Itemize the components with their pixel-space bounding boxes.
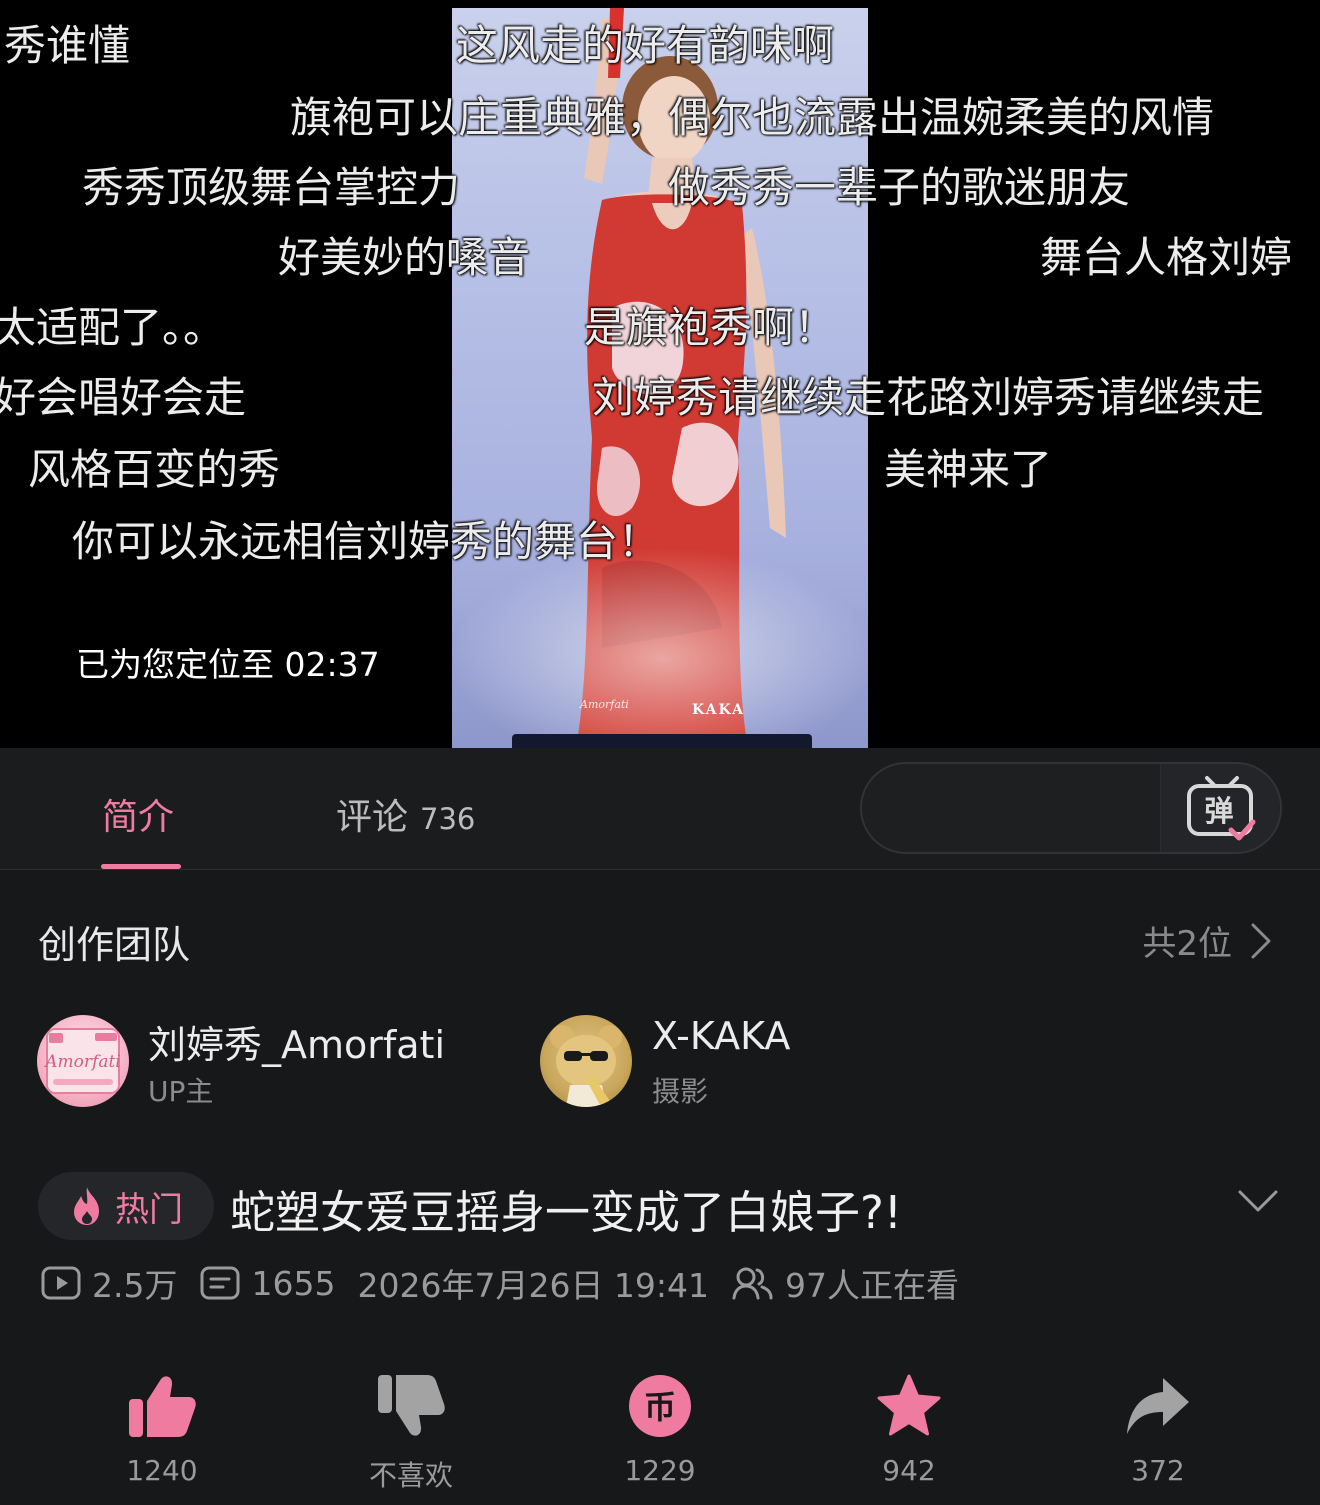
danmaku-comment: 好美妙的嗓音 (278, 233, 531, 282)
chevron-down-icon (1238, 1190, 1278, 1212)
dislike-button[interactable]: 不喜欢 (331, 1368, 491, 1494)
creator-name[interactable]: 刘婷秀_Amorfati (148, 1014, 445, 1069)
danmaku-comment: 美神来了 (884, 445, 1053, 494)
creator-team-count-button[interactable]: 共2位 (1142, 916, 1272, 965)
danmaku-comment: 这风走的好有韵味啊 (456, 21, 835, 70)
creator-team-title: 创作团队 (38, 923, 191, 967)
like-count: 1240 (126, 1454, 198, 1487)
danmaku-comment: 旗袍可以庄重典雅，偶尔也流露出温婉柔美的风情 (290, 93, 1215, 142)
video-title: 蛇塑女爱豆摇身一变成了白娘子?! (230, 1186, 902, 1239)
people-watching-icon (732, 1267, 773, 1300)
active-tab-indicator (101, 864, 181, 869)
danmaku-count: 1655 (199, 1264, 335, 1303)
hot-label: 热门 (115, 1189, 183, 1230)
view-count-value: 2.5万 (92, 1266, 178, 1305)
danmaku-send-box: 弹 (860, 762, 1282, 854)
coin-count: 1229 (624, 1454, 696, 1487)
flame-icon (74, 1187, 99, 1225)
danmaku-count-value: 1655 (251, 1263, 336, 1303)
play-count-icon (41, 1266, 81, 1300)
view-count: 2.5万 (40, 1259, 177, 1307)
tab-comments-label: 评论 (336, 797, 409, 838)
avatar[interactable]: Amorfati (37, 1015, 129, 1107)
tab-intro[interactable]: 简介 (102, 788, 174, 840)
danmaku-toggle-glyph: 弹 (1204, 794, 1233, 828)
star-icon (877, 1374, 941, 1436)
video-stats: 2.5万 1655 2026年7月26日 19:41 97人正在看 (40, 1258, 981, 1308)
comments-count: 736 (420, 802, 476, 836)
creator-role: UP主 (148, 1075, 214, 1108)
tab-comments[interactable]: 评论 736 (336, 788, 475, 840)
seek-position-toast: 已为您定位至 02:37 (76, 645, 380, 684)
stage-floor (512, 734, 812, 748)
coin-glyph: 币 (644, 1388, 676, 1426)
video-player[interactable]: Amorfati KAKA 秀谁懂 这风走的好有韵味啊 旗袍可以庄重典雅，偶尔也… (0, 0, 1320, 748)
share-button[interactable]: 372 (1078, 1368, 1238, 1487)
share-count: 372 (1131, 1454, 1185, 1487)
avatar-bear-icon (550, 1025, 622, 1107)
danmaku-comment: 秀谁懂 (4, 21, 131, 70)
danmaku-comment: 做秀秀一辈子的歌迷朋友 (668, 163, 1131, 212)
watching-count: 97人正在看 (731, 1259, 959, 1307)
creator-name[interactable]: X-KAKA (652, 1014, 790, 1058)
like-button[interactable]: 1240 (82, 1368, 242, 1487)
share-arrow-icon (1127, 1378, 1189, 1434)
coin-icon: 币 (629, 1375, 691, 1437)
thumbs-down-icon (378, 1375, 445, 1436)
coin-button[interactable]: 币 1229 (580, 1368, 740, 1487)
danmaku-count-icon (200, 1266, 240, 1300)
favorite-count: 942 (882, 1454, 936, 1487)
video-detail-page: Amorfati KAKA 秀谁懂 这风走的好有韵味啊 旗袍可以庄重典雅，偶尔也… (0, 0, 1320, 1505)
avatar-amorfati-logo: Amorfati (43, 1028, 121, 1094)
watermark-signature: Amorfati (580, 698, 629, 711)
favorite-button[interactable]: 942 (829, 1368, 989, 1487)
danmaku-comment: 你可以永远相信刘婷秀的舞台！ (72, 517, 661, 566)
danmaku-comment: 风格百变的秀 (28, 445, 281, 494)
tab-bar: 简介 评论 736 弹 (0, 748, 1320, 870)
danmaku-comment: 舞台人格刘婷 (1040, 233, 1293, 282)
chevron-right-icon (1251, 923, 1271, 958)
danmaku-comment: 太适配了。。 (0, 303, 226, 352)
thumbs-up-icon (129, 1376, 196, 1437)
danmaku-comment: 是旗袍秀啊！ (584, 303, 837, 352)
danmaku-comment: 刘婷秀请继续走花路刘婷秀请继续走 (592, 373, 1265, 422)
avatar[interactable] (540, 1015, 632, 1107)
dislike-label: 不喜欢 (368, 1459, 453, 1492)
danmaku-comment: 好会唱好会走 (0, 373, 247, 422)
hot-badge[interactable]: 热门 (38, 1172, 214, 1240)
danmaku-input[interactable] (862, 764, 1160, 852)
watching-count-value: 97人正在看 (785, 1266, 960, 1305)
creator-team-count: 共2位 (1142, 924, 1232, 964)
publish-time: 2026年7月26日 19:41 (357, 1266, 710, 1305)
expand-description-button[interactable] (1236, 1186, 1280, 1220)
creator-role: 摄影 (652, 1075, 709, 1108)
danmaku-comment: 秀秀顶级舞台掌控力 (82, 163, 461, 212)
danmaku-toggle-button[interactable]: 弹 (1160, 764, 1280, 852)
svg-text:Amorfati: Amorfati (43, 1052, 120, 1072)
watermark-brand: KAKA (692, 702, 745, 718)
danmaku-toggle-icon: 弹 (1187, 776, 1256, 841)
